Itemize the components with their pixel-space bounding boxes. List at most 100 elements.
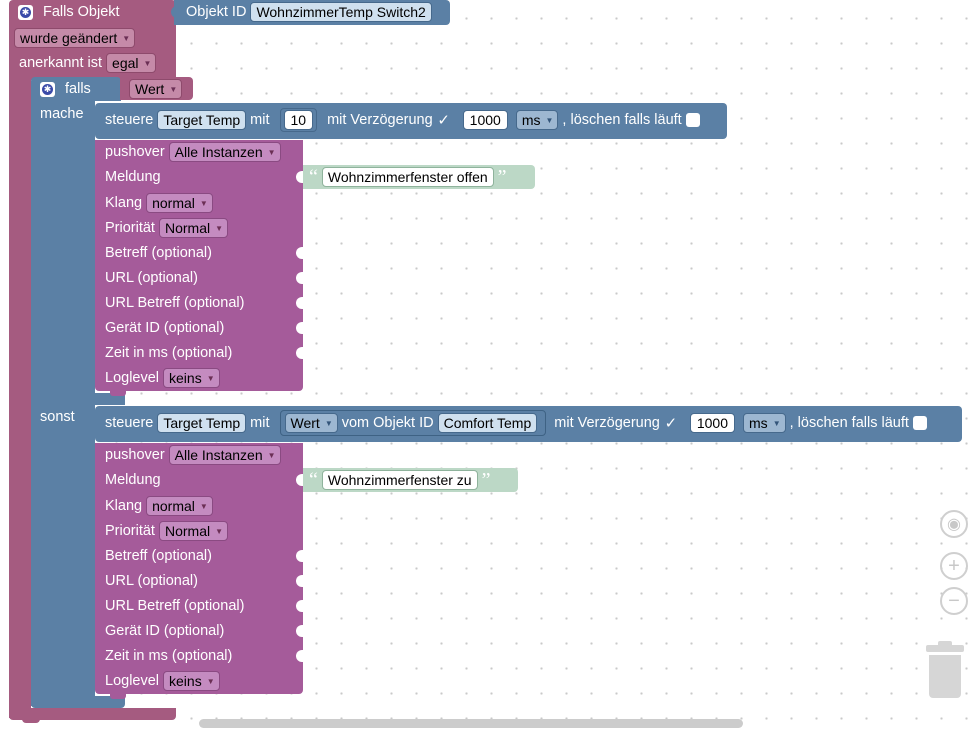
recenter-icon[interactable]: ◉ (940, 510, 968, 538)
quote-close-icon: ” (481, 469, 491, 491)
changed-dropdown[interactable]: wurde geändert ▼ (14, 28, 136, 48)
trigger-anerkannt-row: anerkannt ist egal ▼ (19, 52, 160, 74)
target-field[interactable]: Target Temp (157, 110, 247, 130)
zoom-in-icon[interactable]: + (940, 552, 968, 580)
trigger-block-tab (22, 715, 40, 723)
zeit-row-1: Zeit in ms (optional) (105, 342, 232, 364)
sonst-label: sonst (40, 409, 75, 425)
geraet-row-1: Gerät ID (optional) (105, 317, 224, 339)
quote-open-icon: “ (309, 166, 318, 188)
anerkannt-dropdown[interactable]: egal ▼ (106, 53, 157, 73)
pushover-label: pushover (105, 447, 165, 463)
loglevel-label: Loglevel (105, 673, 160, 689)
trash-icon[interactable] (926, 641, 964, 699)
loglevel-row-2: Loglevel keins ▼ (105, 670, 224, 692)
klang-label: Klang (105, 195, 143, 211)
loglevel-row-1: Loglevel keins ▼ (105, 367, 224, 389)
input-socket (296, 272, 303, 284)
trigger-block-spine (9, 78, 31, 718)
delay-checkbox[interactable]: ✓ (437, 112, 451, 129)
zeit-label: Zeit in ms (optional) (105, 345, 233, 361)
loglevel-dropdown[interactable]: keins ▼ (163, 368, 220, 388)
input-socket (296, 171, 303, 183)
input-socket (296, 650, 303, 662)
number-block[interactable]: 10 (279, 108, 318, 132)
objekt-id-row: Objekt ID WohnzimmerTemp Switch2 (186, 1, 436, 23)
input-socket (296, 347, 303, 359)
condition-dropdown[interactable]: Wert ▼ (129, 79, 183, 99)
delay-label: mit Verzögerung (327, 112, 433, 128)
url-row-1: URL (optional) (105, 267, 198, 289)
steuere-label: steuere (105, 415, 154, 431)
klang-dropdown[interactable]: normal ▼ (146, 496, 213, 516)
input-socket (296, 600, 303, 612)
sonst-row: sonst (40, 406, 75, 428)
objekt-id-connector (171, 6, 178, 18)
prioritaet-dropdown[interactable]: Normal ▼ (158, 218, 229, 238)
betreff-row-1: Betreff (optional) (105, 242, 212, 264)
geraet-label: Gerät ID (optional) (105, 623, 225, 639)
chevron-down-icon: ▼ (143, 58, 152, 68)
pushover-tab-2 (110, 692, 126, 699)
instances-dropdown[interactable]: Alle Instanzen ▼ (168, 445, 281, 465)
trigger-title-row: ✱ Falls Objekt (18, 1, 124, 23)
prioritaet-dropdown[interactable]: Normal ▼ (158, 521, 229, 541)
input-socket (296, 550, 303, 562)
ms-value[interactable]: 1000 (462, 110, 508, 130)
chevron-down-icon: ▼ (267, 147, 276, 157)
wert-dropdown[interactable]: Wert ▼ (284, 413, 338, 433)
prioritaet-row-1: Priorität Normal ▼ (105, 217, 232, 239)
instances-dropdown[interactable]: Alle Instanzen ▼ (168, 142, 281, 162)
ms-dropdown[interactable]: ms ▼ (743, 413, 786, 433)
meldung-row-2: Meldung (105, 469, 161, 491)
objekt-id-field[interactable]: WohnzimmerTemp Switch2 (250, 2, 432, 22)
klang-dropdown[interactable]: normal ▼ (146, 193, 213, 213)
input-socket (296, 297, 303, 309)
clear-label: , löschen falls läuft (789, 415, 909, 431)
url-betreff-label: URL Betreff (optional) (105, 295, 245, 311)
chevron-down-icon: ▼ (772, 418, 781, 428)
steuere-row-2: steuere Target Temp mit Wert ▼ vom Objekt… (105, 410, 933, 436)
chevron-down-icon: ▼ (215, 223, 224, 233)
geraet-row-2: Gerät ID (optional) (105, 620, 224, 642)
message-field[interactable]: Wohnzimmerfenster zu (321, 470, 478, 490)
clear-checkbox[interactable] (685, 113, 700, 127)
ms-dropdown[interactable]: ms ▼ (515, 110, 559, 130)
klang-label: Klang (105, 498, 143, 514)
pushover-tab-1 (110, 389, 126, 396)
condition-row: Wert ▼ (129, 78, 186, 100)
falls-label: falls (65, 81, 91, 97)
target-field[interactable]: Target Temp (157, 413, 247, 433)
steuere-row-1: steuere Target Temp mit 10 mit Verzögeru… (105, 108, 706, 132)
objekt-id-label: Objekt ID (186, 4, 247, 20)
meldung-row-1: Meldung (105, 166, 161, 188)
trigger-changed-row: wurde geändert ▼ (14, 27, 139, 49)
if-falls-row: ✱ falls (40, 78, 95, 100)
betreff-row-2: Betreff (optional) (105, 545, 212, 567)
chevron-down-icon: ▼ (324, 418, 333, 428)
chevron-down-icon: ▼ (267, 450, 276, 460)
clear-checkbox[interactable] (912, 416, 927, 430)
mit-label: mit (250, 112, 270, 128)
ms-value[interactable]: 1000 (689, 413, 736, 433)
number-value[interactable]: 10 (283, 110, 314, 130)
url-row-2: URL (optional) (105, 570, 198, 592)
gear-icon[interactable]: ✱ (18, 4, 33, 20)
loglevel-dropdown[interactable]: keins ▼ (163, 671, 220, 691)
message-field[interactable]: Wohnzimmerfenster offen (321, 167, 494, 187)
delay-label: mit Verzögerung (554, 415, 660, 431)
delay-checkbox[interactable]: ✓ (664, 415, 678, 432)
zoom-out-icon[interactable]: − (940, 587, 968, 615)
input-socket (296, 474, 303, 486)
value-of-object-block[interactable]: Wert ▼ vom Objekt ID Comfort Temp (279, 410, 547, 436)
anerkannt-label: anerkannt ist (19, 55, 103, 71)
steuere-label: steuere (105, 112, 154, 128)
url-betreff-row-1: URL Betreff (optional) (105, 292, 244, 314)
chevron-down-icon: ▼ (199, 198, 208, 208)
gear-icon[interactable]: ✱ (40, 81, 55, 97)
mit-label: mit (250, 415, 270, 431)
url-label: URL (optional) (105, 573, 198, 589)
input-socket (296, 575, 303, 587)
object-field[interactable]: Comfort Temp (437, 413, 538, 433)
horizontal-scrollbar[interactable] (199, 719, 743, 728)
